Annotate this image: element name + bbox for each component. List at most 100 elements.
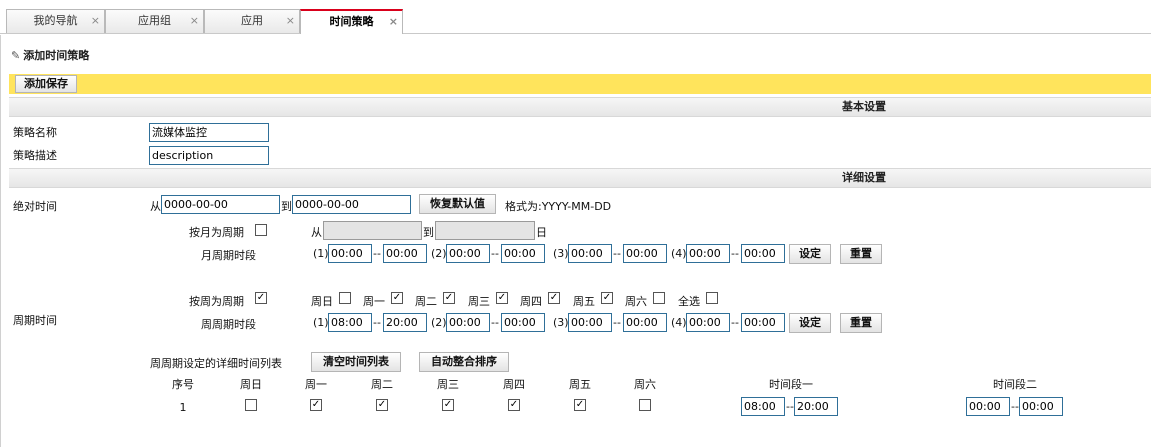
row-day-checkbox[interactable] xyxy=(245,399,257,411)
row-day-checkbox[interactable]: ✓ xyxy=(508,399,520,411)
row-seg1-end-field[interactable]: 20:00 xyxy=(794,397,838,416)
monthly-slot-end-field[interactable]: 00:00 xyxy=(501,244,545,263)
weekly-set-button[interactable]: 设定 xyxy=(789,313,831,333)
weekday-checkbox[interactable]: ✓ xyxy=(601,292,613,304)
tab-my-navigation[interactable]: 我的导航 × xyxy=(6,9,105,33)
weekday-checkbox[interactable]: ✓ xyxy=(391,292,403,304)
tab-time-policy[interactable]: 时间策略 × xyxy=(300,9,403,34)
weekly-cycle-label: 按周为周期 xyxy=(189,295,244,308)
column-header: 周二 xyxy=(371,378,393,391)
monthly-slot-number: (3) xyxy=(553,247,569,260)
monthly-slot-end-field[interactable]: 00:00 xyxy=(383,244,427,263)
weekday-label: 周六 xyxy=(625,295,647,308)
to-label: 到 xyxy=(281,200,292,213)
tab-app-group[interactable]: 应用组 × xyxy=(105,9,204,33)
clear-list-button[interactable]: 清空时间列表 xyxy=(311,352,401,372)
month-from-field[interactable] xyxy=(323,221,422,240)
policy-desc-field[interactable]: description xyxy=(149,146,269,165)
month-to-label: 到 xyxy=(423,226,434,239)
weekly-slot-dash: -- xyxy=(491,316,499,329)
from-label: 从 xyxy=(150,200,161,213)
monthly-slot-number: (1) xyxy=(313,247,329,260)
row-seg2-end-field[interactable]: 00:00 xyxy=(1019,397,1063,416)
tab-label: 时间策略 xyxy=(329,15,374,28)
column-header: 周三 xyxy=(437,378,459,391)
row-seg1-dash: -- xyxy=(786,400,794,413)
row-seg2-dash: -- xyxy=(1011,400,1019,413)
policy-name-label: 策略名称 xyxy=(13,126,57,139)
monthly-cycle-label: 按月为周期 xyxy=(189,226,244,239)
monthly-slot-start-field[interactable]: 00:00 xyxy=(328,244,372,263)
weekly-slot-end-field[interactable]: 00:00 xyxy=(623,313,667,332)
policy-desc-label: 策略描述 xyxy=(13,149,57,162)
column-header: 时间段一 xyxy=(769,378,813,391)
close-icon[interactable]: × xyxy=(286,10,295,32)
weekday-checkbox[interactable] xyxy=(653,292,665,304)
row-day-checkbox[interactable]: ✓ xyxy=(376,399,388,411)
weekly-slot-end-field[interactable]: 00:00 xyxy=(501,313,545,332)
auto-sort-button[interactable]: 自动整合排序 xyxy=(419,352,509,372)
monthly-slot-start-field[interactable]: 00:00 xyxy=(446,244,490,263)
weekly-slot-dash: -- xyxy=(373,316,381,329)
row-seg1-start-field[interactable]: 08:00 xyxy=(741,397,785,416)
monthly-slot-dash: -- xyxy=(491,247,499,260)
month-to-field[interactable] xyxy=(435,221,535,240)
add-save-button[interactable]: 添加保存 xyxy=(15,75,77,93)
absolute-from-field[interactable]: 0000-00-00 xyxy=(161,195,280,214)
close-icon[interactable]: × xyxy=(91,10,100,32)
weekly-slot-number: (3) xyxy=(553,316,569,329)
column-header: 周一 xyxy=(305,378,327,391)
tab-app[interactable]: 应用 × xyxy=(204,9,300,33)
weekly-reset-button[interactable]: 重置 xyxy=(840,313,882,333)
row-day-checkbox[interactable]: ✓ xyxy=(442,399,454,411)
close-icon[interactable]: × xyxy=(389,11,398,32)
weekly-slot-dash: -- xyxy=(613,316,621,329)
weekly-slot-number: (2) xyxy=(431,316,447,329)
toolbar xyxy=(9,74,1151,94)
monthly-reset-button[interactable]: 重置 xyxy=(840,244,882,264)
policy-name-field[interactable]: 流媒体监控 xyxy=(149,123,269,142)
monthly-slot-dash: -- xyxy=(731,247,739,260)
close-icon[interactable]: × xyxy=(190,10,199,32)
weekday-checkbox[interactable]: ✓ xyxy=(443,292,455,304)
monthly-slot-dash: -- xyxy=(373,247,381,260)
weekday-label: 全选 xyxy=(678,295,700,308)
weekday-checkbox[interactable]: ✓ xyxy=(548,292,560,304)
row-day-checkbox[interactable] xyxy=(639,399,651,411)
monthly-set-button[interactable]: 设定 xyxy=(789,244,831,264)
weekday-checkbox[interactable] xyxy=(339,292,351,304)
weekly-slot-start-field[interactable]: 00:00 xyxy=(446,313,490,332)
weekday-label: 周五 xyxy=(573,295,595,308)
weekly-slot-end-field[interactable]: 20:00 xyxy=(383,313,427,332)
weekly-slot-start-field[interactable]: 00:00 xyxy=(686,313,730,332)
pencil-icon: ✎ xyxy=(11,49,21,62)
row-day-checkbox[interactable]: ✓ xyxy=(310,399,322,411)
weekly-cycle-checkbox[interactable]: ✓ xyxy=(255,292,267,304)
row-day-checkbox[interactable]: ✓ xyxy=(574,399,586,411)
monthly-slot-start-field[interactable]: 00:00 xyxy=(686,244,730,263)
monthly-slot-number: (4) xyxy=(671,247,687,260)
tab-bar: 我的导航 × 应用组 × 应用 × 时间策略 × xyxy=(0,0,1151,34)
weekly-slot-end-field[interactable]: 00:00 xyxy=(741,313,785,332)
column-header: 时间段二 xyxy=(993,378,1037,391)
absolute-to-field[interactable]: 0000-00-00 xyxy=(292,195,411,214)
monthly-slot-dash: -- xyxy=(613,247,621,260)
section-header-basic: 基本设置 xyxy=(9,97,1151,117)
weekly-slot-start-field[interactable]: 00:00 xyxy=(568,313,612,332)
monthly-cycle-checkbox[interactable] xyxy=(255,224,267,236)
monthly-slot-end-field[interactable]: 00:00 xyxy=(741,244,785,263)
weekday-checkbox[interactable]: ✓ xyxy=(496,292,508,304)
row-seg2-start-field[interactable]: 00:00 xyxy=(966,397,1010,416)
month-from-label: 从 xyxy=(311,226,322,239)
weekday-label: 周三 xyxy=(468,295,490,308)
absolute-time-label: 绝对时间 xyxy=(13,200,57,213)
weekday-checkbox[interactable] xyxy=(706,292,718,304)
monthly-slot-end-field[interactable]: 00:00 xyxy=(623,244,667,263)
monthly-slot-start-field[interactable]: 00:00 xyxy=(568,244,612,263)
restore-default-button[interactable]: 恢复默认值 xyxy=(419,194,496,214)
tab-label: 我的导航 xyxy=(33,14,78,27)
weekday-label: 周四 xyxy=(520,295,542,308)
weekly-slot-number: (1) xyxy=(313,316,329,329)
weekly-slot-start-field[interactable]: 08:00 xyxy=(328,313,372,332)
weekly-slot-number: (4) xyxy=(671,316,687,329)
